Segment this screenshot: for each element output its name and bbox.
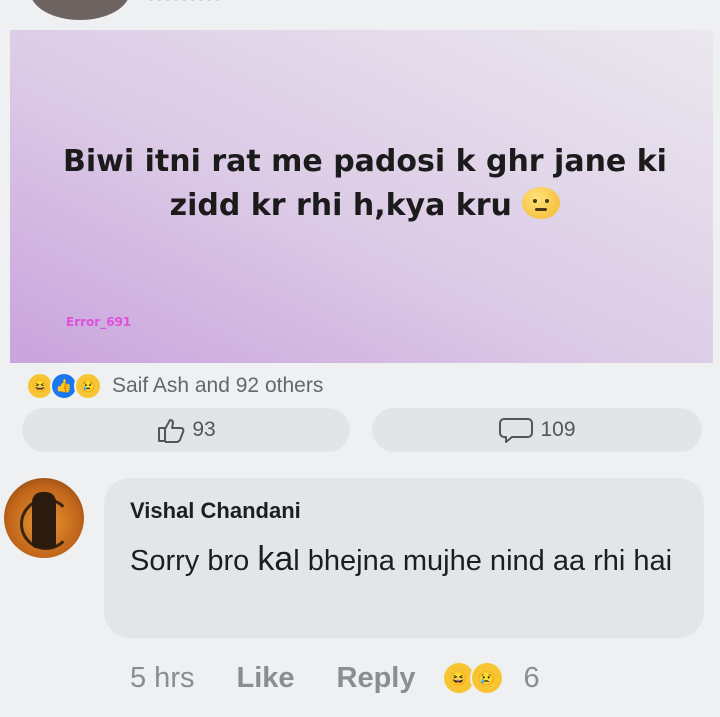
comment-bubble: Vishal Chandani Sorry bro kal bhejna muj… <box>104 478 704 638</box>
post-text-content: Biwi itni rat me padosi k ghr jane ki zi… <box>63 144 667 223</box>
comment-reply-button[interactable]: Reply <box>337 662 416 695</box>
comment-button[interactable]: 109 <box>372 408 702 452</box>
post-text: Biwi itni rat me padosi k ghr jane ki zi… <box>40 140 690 228</box>
comment-reaction-count[interactable]: 6 <box>524 662 540 695</box>
like-count: 93 <box>192 418 216 441</box>
reactors-text[interactable]: Saif Ash and 92 others <box>112 374 323 398</box>
comment-timestamp[interactable]: 5 hrs <box>130 662 194 695</box>
comment-text: Sorry bro kal bhejna mujhe nind aa rhi h… <box>130 534 690 586</box>
sad-icon: 😢 <box>74 372 102 400</box>
previous-comment-name: ••••••••• <box>148 0 278 8</box>
comment-text-part2: ka <box>257 540 294 578</box>
comment-meta: 5 hrs Like Reply 😆 😢 6 <box>130 658 540 698</box>
comment-author[interactable]: Vishal Chandani <box>130 498 301 524</box>
sad-icon: 😢 <box>469 661 504 695</box>
comment-icon <box>499 418 534 443</box>
comment-like-button[interactable]: Like <box>236 662 294 695</box>
like-button[interactable]: 93 <box>22 408 350 452</box>
thumbs-up-icon <box>158 419 185 443</box>
watermark: Error_691 <box>66 315 132 329</box>
reactions-summary[interactable]: 😆 👍 😢 Saif Ash and 92 others <box>26 372 323 400</box>
comment-text-part3: l bhejna mujhe nind aa rhi hai <box>293 545 673 577</box>
comment-text-part1: Sorry bro <box>130 545 258 577</box>
sad-face-emoji-icon <box>522 187 561 219</box>
avatar[interactable] <box>4 478 84 558</box>
comment-count: 109 <box>540 418 576 441</box>
previous-comment-avatar[interactable] <box>30 0 130 20</box>
post-image[interactable]: Biwi itni rat me padosi k ghr jane ki zi… <box>10 30 713 363</box>
